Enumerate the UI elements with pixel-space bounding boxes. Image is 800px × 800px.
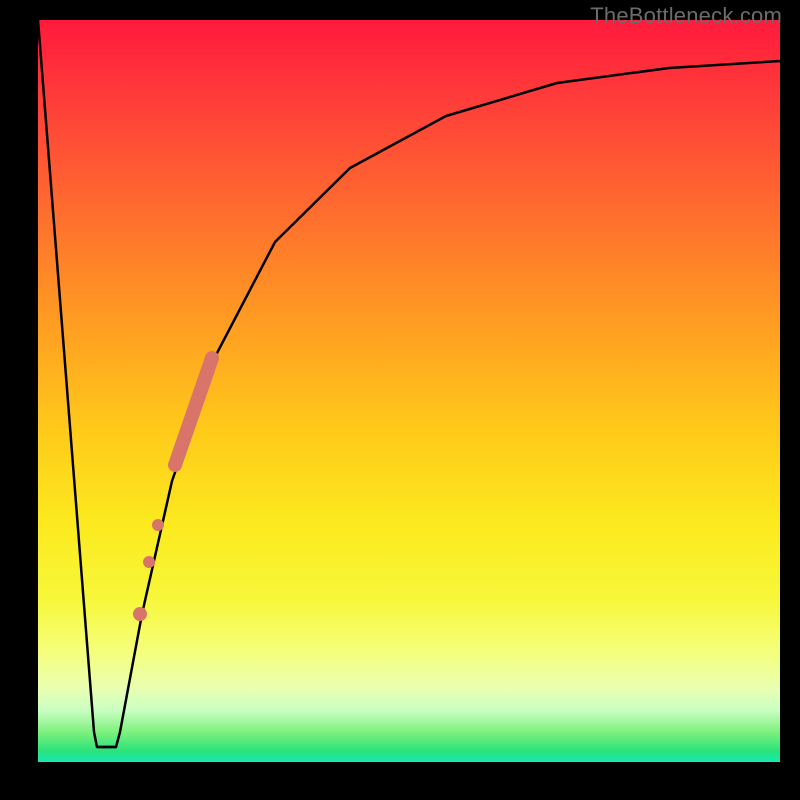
attribution-label: TheBottleneck.com bbox=[590, 3, 782, 29]
highlight-dot-2 bbox=[143, 556, 155, 568]
bottleneck-curve bbox=[38, 20, 780, 747]
chart-frame: TheBottleneck.com bbox=[0, 0, 800, 800]
plot-area bbox=[38, 20, 780, 762]
highlight-segment bbox=[175, 358, 212, 465]
chart-svg bbox=[38, 20, 780, 762]
highlight-dot-3 bbox=[133, 607, 147, 621]
highlight-dot-1 bbox=[152, 519, 164, 531]
